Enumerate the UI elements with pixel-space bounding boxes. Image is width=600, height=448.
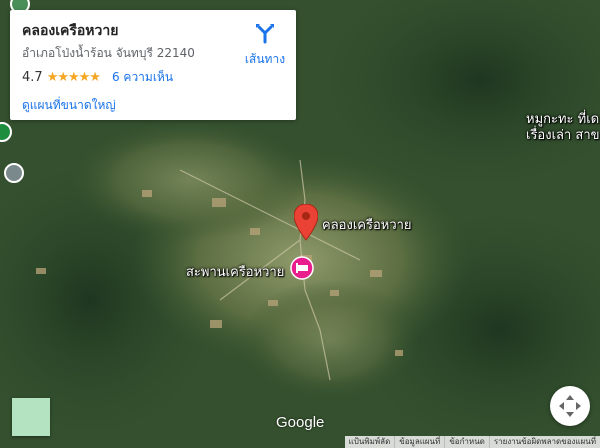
map-footer: แป้นพิมพ์ลัด ข้อมูลแผนที่ ข้อกำหนด รายงา… — [344, 436, 600, 448]
directions-icon — [256, 24, 274, 44]
directions-button[interactable]: เส้นทาง — [238, 22, 292, 69]
place-title: คลองเครือหวาย — [22, 23, 119, 39]
rating-value: 4.7 — [22, 70, 43, 85]
edge-place-label-line2[interactable]: เรื่องเล่า สาข — [526, 124, 600, 145]
move-arrows-icon — [559, 395, 581, 417]
place-pin-label[interactable]: คลองเครือหวาย — [322, 214, 412, 235]
edge-place-marker-gray[interactable] — [4, 163, 24, 183]
bridge-label[interactable]: สะพานเครือหวาย — [186, 261, 284, 282]
street-view-thumbnail[interactable] — [12, 398, 50, 436]
place-info-card: คลองเครือหวาย อำเภอโป่งน้ำร้อน จันทบุรี … — [10, 10, 296, 120]
place-pin-icon[interactable] — [294, 204, 318, 242]
google-logo: Google — [276, 414, 325, 431]
place-address: อำเภอโป่งน้ำร้อน จันทบุรี 22140 — [22, 46, 195, 60]
view-larger-map-link[interactable]: ดูแผนที่ขนาดใหญ่ — [22, 96, 116, 115]
hotel-marker-icon[interactable] — [290, 256, 314, 280]
reviews-link[interactable]: 6 ความเห็น — [112, 68, 173, 87]
rating-row: 4.7 ★★★★★ 6 ความเห็น — [22, 68, 173, 87]
star-rating: ★★★★★ — [46, 70, 101, 85]
camera-control-button[interactable] — [550, 386, 590, 426]
map-data-link[interactable]: ข้อมูลแผนที่ — [394, 436, 444, 448]
keyboard-shortcuts-link[interactable]: แป้นพิมพ์ลัด — [345, 436, 395, 448]
terms-link[interactable]: ข้อกำหนด — [444, 436, 489, 448]
report-error-link[interactable]: รายงานข้อผิดพลาดของแผนที่ — [488, 436, 600, 448]
directions-label: เส้นทาง — [244, 52, 286, 66]
